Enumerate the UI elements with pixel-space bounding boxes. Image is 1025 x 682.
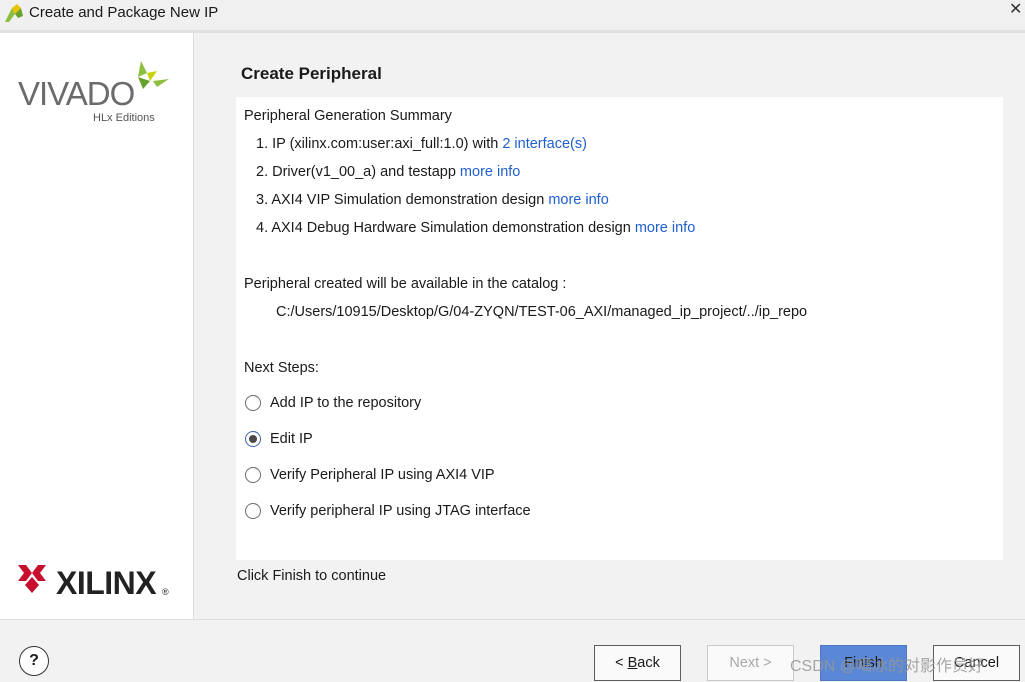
option-edit-ip[interactable]: Edit IP [245, 427, 313, 451]
svg-text:VIVADO: VIVADO [18, 75, 135, 112]
summary-heading: Peripheral Generation Summary [244, 108, 452, 124]
next-button[interactable]: Next > [707, 645, 794, 681]
footer-text: Click Finish to continue [237, 568, 387, 584]
radio-button[interactable] [245, 467, 261, 483]
summary-panel: Peripheral Generation Summary 1. IP (xil… [236, 97, 1003, 560]
close-icon[interactable]: ✕ [1009, 2, 1023, 18]
option-verify-jtag[interactable]: Verify peripheral IP using JTAG interfac… [245, 499, 531, 523]
radio-button[interactable] [245, 503, 261, 519]
cancel-button[interactable]: Cancel [933, 645, 1020, 681]
summary-item-debug-sim: 4. AXI4 Debug Hardware Simulation demons… [256, 220, 696, 236]
svg-text:HLx Editions: HLx Editions [93, 112, 155, 124]
bottom-separator [0, 619, 1025, 620]
vivado-logo: VIVADO HLx Editions [18, 61, 169, 124]
summary-item-driver: 2. Driver(v1_00_a) and testapp more info [256, 164, 521, 180]
window-title: Create and Package New IP [29, 4, 219, 21]
radio-button[interactable] [245, 395, 261, 411]
sidebar: VIVADO HLx Editions XILINX ® [0, 33, 194, 619]
radio-dot [249, 435, 257, 443]
summary-item-ip: 1. IP (xilinx.com:user:axi_full:1.0) wit… [256, 136, 587, 152]
vivado-app-icon [5, 4, 23, 22]
xilinx-logo: XILINX ® [18, 565, 169, 601]
finish-button[interactable]: Finish [820, 645, 907, 681]
help-button[interactable]: ? [19, 646, 49, 676]
vip-more-info-link[interactable]: more info [548, 192, 608, 208]
interfaces-link[interactable]: 2 interface(s) [502, 136, 587, 152]
svg-text:®: ® [162, 587, 169, 597]
next-steps-label: Next Steps: [244, 360, 319, 376]
title-bar: Create and Package New IP ✕ [0, 0, 1025, 33]
radio-button-selected[interactable] [245, 431, 261, 447]
option-verify-axi4-vip[interactable]: Verify Peripheral IP using AXI4 VIP [245, 463, 495, 487]
catalog-path: C:/Users/10915/Desktop/G/04-ZYQN/TEST-06… [276, 304, 808, 320]
catalog-text: Peripheral created will be available in … [244, 276, 567, 292]
svg-text:XILINX: XILINX [56, 565, 157, 601]
option-add-ip-to-repository[interactable]: Add IP to the repository [245, 391, 421, 415]
summary-item-vip-sim: 3. AXI4 VIP Simulation demonstration des… [256, 192, 609, 208]
debug-more-info-link[interactable]: more info [635, 220, 695, 236]
driver-more-info-link[interactable]: more info [460, 164, 520, 180]
page-title: Create Peripheral [241, 64, 382, 83]
back-button[interactable]: < Back [594, 645, 681, 681]
